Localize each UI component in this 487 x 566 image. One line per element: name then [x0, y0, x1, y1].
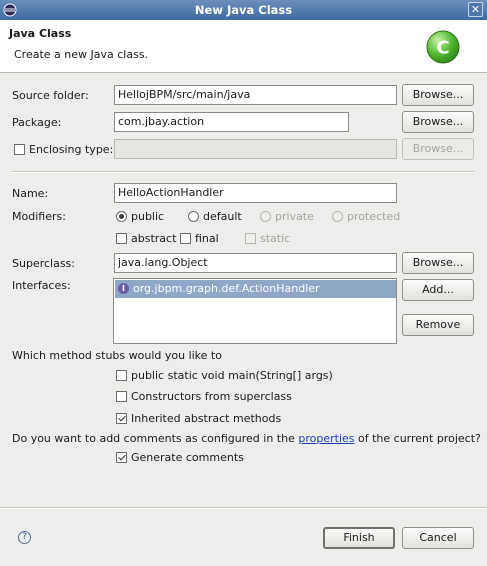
name-label: Name:	[12, 187, 49, 200]
banner-description: Create a new Java class.	[14, 48, 149, 61]
banner-title: Java Class	[9, 27, 72, 40]
public-radio[interactable]	[116, 211, 127, 222]
static-checkbox	[245, 233, 256, 244]
final-checkbox[interactable]	[180, 233, 191, 244]
private-radio-label: private	[275, 210, 314, 223]
superclass-input[interactable]: java.lang.Object	[114, 253, 397, 273]
package-input[interactable]: com.jbay.action	[114, 112, 349, 132]
generate-comments-checkbox[interactable]	[116, 452, 127, 463]
separator	[12, 171, 474, 173]
comments-question-suffix: of the current project?	[354, 432, 481, 445]
final-label: final	[195, 232, 219, 245]
footer-separator	[0, 507, 487, 509]
superclass-label: Superclass:	[12, 257, 75, 270]
main-method-label: public static void main(String[] args)	[131, 369, 333, 382]
default-radio-label: default	[203, 210, 242, 223]
add-interface-button[interactable]: Add...	[402, 279, 474, 301]
method-stubs-question: Which method stubs would you like to	[12, 349, 222, 362]
enclosing-type-checkbox[interactable]	[14, 144, 25, 155]
eclipse-icon	[3, 3, 17, 17]
static-label: static	[260, 232, 291, 245]
interface-icon: I	[118, 283, 129, 294]
java-class-logo-icon: C	[426, 30, 460, 64]
wizard-banner	[0, 20, 487, 73]
help-icon[interactable]: ?	[18, 531, 31, 544]
cancel-button[interactable]: Cancel	[402, 527, 474, 549]
superclass-browse-button[interactable]: Browse...	[402, 252, 474, 274]
protected-radio	[332, 211, 343, 222]
comments-question: Do you want to add comments as configure…	[12, 432, 481, 445]
default-radio[interactable]	[188, 211, 199, 222]
modifiers-label: Modifiers:	[12, 210, 66, 223]
abstract-checkbox[interactable]	[116, 233, 127, 244]
interfaces-list[interactable]: I org.jbpm.graph.def.ActionHandler	[113, 278, 397, 344]
main-method-checkbox[interactable]	[116, 370, 127, 381]
enclosing-type-label: Enclosing type:	[29, 143, 114, 156]
inherited-methods-checkbox[interactable]	[116, 413, 127, 424]
interface-list-item[interactable]: I org.jbpm.graph.def.ActionHandler	[115, 280, 396, 298]
close-icon[interactable]: ✕	[468, 2, 483, 17]
comments-question-prefix: Do you want to add comments as configure…	[12, 432, 299, 445]
constructors-label: Constructors from superclass	[131, 390, 292, 403]
package-label: Package:	[12, 116, 62, 129]
inherited-methods-label: Inherited abstract methods	[131, 412, 282, 425]
generate-comments-label: Generate comments	[131, 451, 244, 464]
source-folder-browse-button[interactable]: Browse...	[402, 84, 474, 106]
package-browse-button[interactable]: Browse...	[402, 111, 474, 133]
source-folder-label: Source folder:	[12, 89, 89, 102]
interface-name: org.jbpm.graph.def.ActionHandler	[133, 282, 320, 295]
abstract-label: abstract	[131, 232, 177, 245]
source-folder-input[interactable]: HellojBPM/src/main/java	[114, 85, 397, 105]
logo-letter: C	[436, 38, 449, 59]
finish-button[interactable]: Finish	[323, 527, 395, 549]
remove-interface-button[interactable]: Remove	[402, 314, 474, 336]
constructors-checkbox[interactable]	[116, 391, 127, 402]
private-radio	[260, 211, 271, 222]
properties-link[interactable]: properties	[298, 432, 354, 445]
public-radio-label: public	[131, 210, 165, 223]
window-title: New Java Class	[194, 3, 293, 17]
interfaces-label: Interfaces:	[12, 279, 71, 292]
enclosing-type-browse-button: Browse...	[402, 138, 474, 160]
protected-radio-label: protected	[347, 210, 401, 223]
name-input[interactable]: HelloActionHandler	[114, 183, 397, 203]
title-bar: New Java Class ✕	[0, 0, 487, 20]
enclosing-type-input	[114, 139, 397, 159]
